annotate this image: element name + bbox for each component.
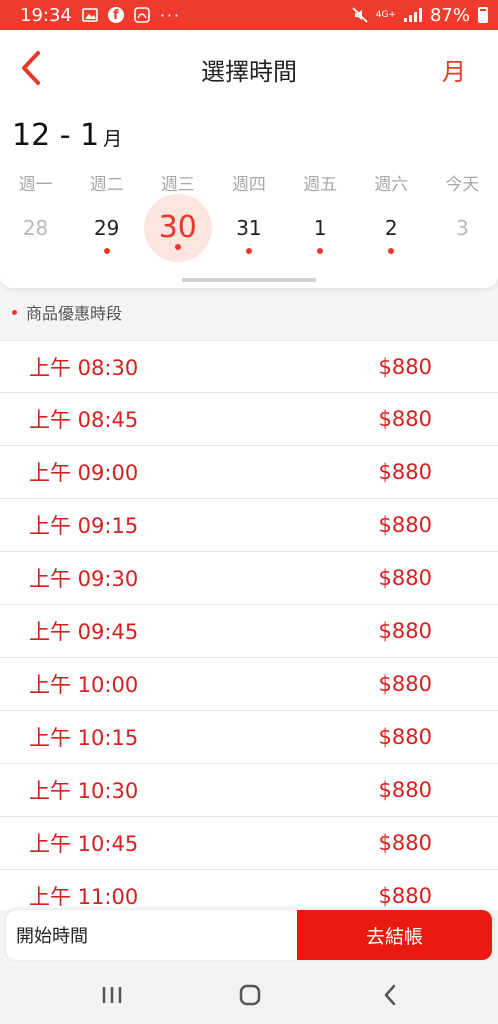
availability-dot	[103, 248, 110, 254]
bullet-dot	[12, 309, 17, 315]
slot-price: $880	[378, 778, 432, 802]
slot-time: 上午 09:45	[29, 620, 139, 644]
weekday-label: 今天	[445, 175, 480, 195]
system-nav-bar	[0, 966, 498, 1024]
slot-time: 上午 09:30	[29, 567, 139, 591]
month-range-value: 12 - 1	[12, 118, 100, 153]
day-number: 2	[384, 216, 398, 240]
availability-dot	[245, 248, 252, 254]
day-cell[interactable]: 今天 3	[427, 170, 498, 254]
day-cell-selected[interactable]: 週三 30	[142, 170, 213, 254]
start-time-field[interactable]: 開始時間	[6, 910, 297, 960]
nav-bar: 選擇時間 月	[0, 30, 498, 105]
date-picker-panel: 選擇時間 月 12 - 1月 週一 28 週二 29 週三 30 週四 31 週…	[0, 30, 498, 288]
weekday-label: 週一	[18, 175, 53, 195]
slot-time: 上午 09:15	[29, 514, 139, 538]
day-number: 1	[313, 216, 327, 240]
bottom-action-bar: 開始時間 去結帳	[6, 910, 492, 960]
gallery-icon	[82, 8, 98, 22]
day-cell[interactable]: 週五 1	[285, 170, 356, 254]
time-slot-row[interactable]: 上午 10:30 $880	[0, 764, 498, 817]
facebook-icon: f	[107, 7, 124, 23]
back-nav-icon[interactable]	[375, 982, 405, 1008]
weekday-label: 週三	[160, 175, 195, 195]
time-slot-row[interactable]: 上午 09:30 $880	[0, 552, 498, 605]
day-number: 29	[93, 216, 120, 240]
month-view-button[interactable]: 月	[442, 52, 466, 87]
time-slot-row[interactable]: 上午 08:30 $880	[0, 340, 498, 393]
day-number: 3	[455, 216, 469, 240]
page-title: 選擇時間	[201, 58, 297, 86]
battery-icon	[478, 7, 488, 23]
more-notifications-icon: ···	[159, 5, 182, 25]
slot-time: 上午 10:00	[29, 673, 139, 697]
month-unit: 月	[103, 128, 123, 150]
availability-dot	[317, 248, 324, 254]
time-slot-row[interactable]: 上午 10:45 $880	[0, 817, 498, 870]
slot-time: 上午 10:30	[29, 779, 139, 803]
mute-icon	[352, 7, 368, 23]
slot-price: $880	[378, 566, 432, 590]
status-bar: 19:34 f ··· 4G+ 87%	[0, 0, 498, 30]
slot-price: $880	[378, 513, 432, 537]
battery-percent: 87%	[429, 4, 470, 26]
slot-price: $880	[378, 460, 432, 484]
time-slot-row[interactable]: 上午 10:00 $880	[0, 658, 498, 711]
home-icon[interactable]	[235, 982, 265, 1008]
app-icon	[134, 7, 150, 23]
time-slot-row[interactable]: 上午 09:00 $880	[0, 446, 498, 499]
slot-time: 上午 08:30	[29, 355, 139, 380]
slot-time: 上午 08:45	[29, 408, 139, 432]
slot-price: $880	[378, 725, 432, 749]
slot-price: $880	[378, 407, 432, 431]
slot-time: 上午 10:15	[29, 726, 139, 750]
status-time: 19:34	[20, 4, 72, 26]
day-number: 30	[158, 210, 197, 245]
checkout-button[interactable]: 去結帳	[297, 910, 492, 960]
day-number: 31	[236, 216, 262, 240]
network-type: 4G+	[375, 9, 396, 20]
section-label: 商品優惠時段	[26, 304, 123, 323]
week-strip: 週一 28 週二 29 週三 30 週四 31 週五 1 週六 2 今天 3	[0, 170, 498, 254]
day-cell[interactable]: 週一 28	[0, 170, 71, 254]
time-slot-row[interactable]: 上午 08:45 $880	[0, 393, 498, 446]
weekday-label: 週四	[231, 175, 266, 195]
slot-time: 上午 10:45	[29, 832, 139, 856]
weekday-label: 週二	[89, 175, 124, 195]
time-slot-row[interactable]: 上午 09:45 $880	[0, 605, 498, 658]
slot-time: 上午 09:00	[29, 461, 139, 485]
month-range: 12 - 1月	[12, 118, 122, 153]
day-cell[interactable]: 週六 2	[356, 170, 427, 254]
time-slot-list[interactable]: 上午 08:30 $880 上午 08:45 $880 上午 09:00 $880 上…	[0, 340, 498, 910]
slot-price: $880	[378, 831, 432, 855]
day-cell[interactable]: 週四 31	[213, 170, 284, 254]
section-header: 商品優惠時段	[0, 290, 498, 334]
day-number: 28	[22, 216, 49, 240]
slot-price: $880	[378, 884, 432, 908]
time-slot-row[interactable]: 上午 09:15 $880	[0, 499, 498, 552]
time-slot-row[interactable]: 上午 11:00 $880	[0, 870, 498, 910]
screen: 19:34 f ··· 4G+ 87% 選擇時間 月 12 - 1月 週一 28	[0, 0, 498, 1024]
slot-price: $880	[378, 672, 432, 696]
signal-icon	[403, 8, 422, 22]
recent-apps-icon[interactable]	[97, 982, 127, 1008]
expand-handle[interactable]	[182, 278, 316, 282]
day-cell[interactable]: 週二 29	[71, 170, 142, 254]
time-slot-row[interactable]: 上午 10:15 $880	[0, 711, 498, 764]
slot-price: $880	[378, 354, 432, 379]
slot-price: $880	[378, 619, 432, 643]
weekday-label: 週五	[303, 175, 338, 195]
weekday-label: 週六	[374, 175, 409, 195]
slot-time: 上午 11:00	[29, 885, 139, 909]
availability-dot	[388, 248, 395, 254]
